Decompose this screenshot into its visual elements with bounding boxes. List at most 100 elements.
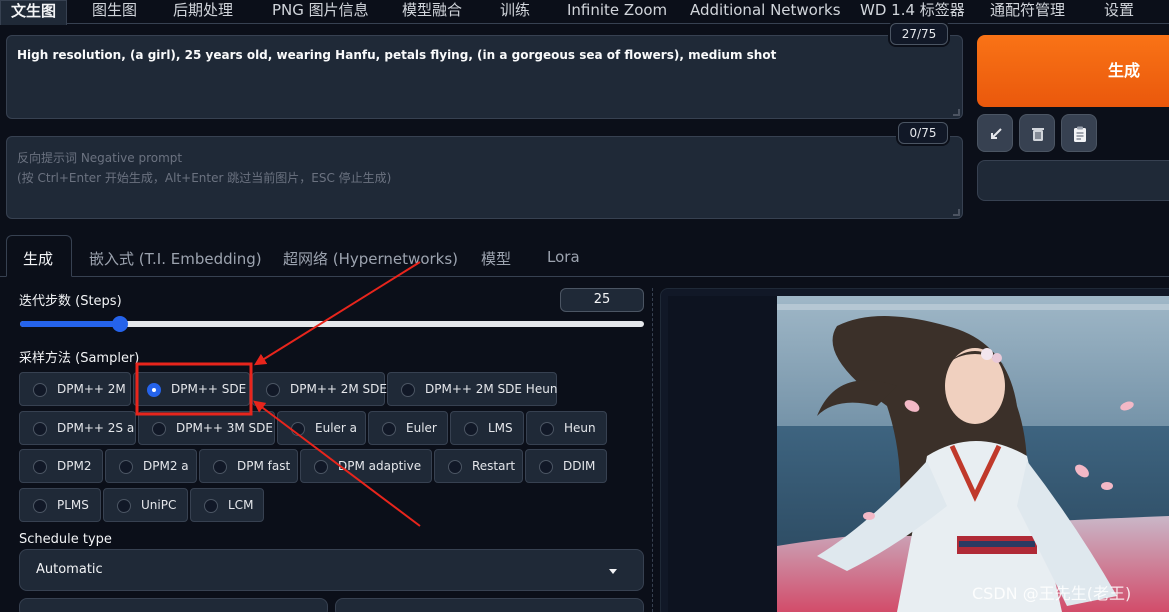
radio-icon: [33, 422, 47, 436]
radio-icon: [152, 422, 166, 436]
steps-slider[interactable]: [20, 316, 644, 332]
generated-image[interactable]: [777, 296, 1169, 612]
tab-infinite-zoom[interactable]: Infinite Zoom: [567, 0, 667, 24]
sampler-option-label: LCM: [228, 498, 254, 512]
tab-hypernetworks[interactable]: 超网络 (Hypernetworks): [283, 248, 458, 269]
tab-extras[interactable]: 后期处理: [173, 0, 233, 24]
sampler-option-label: DPM fast: [237, 459, 291, 473]
sampler-option-label: DPM2 a: [143, 459, 189, 473]
tab-wildcards[interactable]: 通配符管理: [990, 0, 1065, 24]
sampler-option-label: DPM++ 2M: [57, 382, 126, 396]
tab-png-info[interactable]: PNG 图片信息: [272, 0, 369, 24]
steps-number-input[interactable]: 25: [560, 288, 644, 312]
steps-slider-thumb[interactable]: [111, 316, 128, 332]
lower-setting-field[interactable]: [335, 598, 644, 612]
tab-wd14-tagger[interactable]: WD 1.4 标签器: [860, 0, 965, 24]
radio-icon: [291, 422, 305, 436]
radio-icon: [213, 460, 227, 474]
lower-setting-field[interactable]: [19, 598, 328, 612]
trash-icon: [1032, 128, 1044, 141]
radio-icon: [464, 422, 478, 436]
radio-icon: [204, 499, 218, 513]
tab-additional-networks[interactable]: Additional Networks: [690, 0, 841, 24]
tab-lora[interactable]: Lora: [547, 248, 580, 266]
negative-prompt-input[interactable]: 反向提示词 Negative prompt (按 Ctrl+Enter 开始生成…: [6, 136, 963, 219]
sampler-option-label: DPM++ 2S a: [57, 421, 135, 435]
resize-grip[interactable]: [953, 209, 960, 216]
sampler-option-label: DDIM: [563, 459, 596, 473]
radio-icon: [539, 460, 553, 474]
styles-select[interactable]: [977, 160, 1169, 201]
generated-image-picture: [777, 296, 1169, 612]
radio-icon: [117, 499, 131, 513]
sampler-option[interactable]: DPM adaptive: [300, 449, 432, 483]
radio-icon: [382, 422, 396, 436]
schedule-type-dropdown[interactable]: Automatic: [19, 549, 644, 591]
sampler-option[interactable]: UniPC: [103, 488, 188, 522]
generate-button[interactable]: 生成: [977, 35, 1169, 107]
radio-icon: [401, 383, 415, 397]
tab-txt2img[interactable]: 文生图: [0, 0, 68, 25]
sampler-option-label: Restart: [472, 459, 516, 473]
tab-checkpoint-merger[interactable]: 模型融合: [402, 0, 462, 24]
sampler-option-label: Euler a: [315, 421, 358, 435]
sampler-option[interactable]: LCM: [190, 488, 264, 522]
sampler-option[interactable]: DPM++ 2S a: [19, 411, 136, 445]
resize-grip[interactable]: [953, 109, 960, 116]
radio-icon: [266, 383, 280, 397]
sampler-option-label: DPM++ 2M SDE Heun: [425, 382, 558, 396]
tab-img2img[interactable]: 图生图: [92, 0, 137, 24]
negative-token-counter: 0/75: [898, 122, 948, 144]
sampler-option-label: DPM adaptive: [338, 459, 422, 473]
sampler-option[interactable]: DPM++ 2M SDE Heun: [387, 372, 557, 406]
sampler-label: 采样方法 (Sampler): [19, 351, 140, 366]
tab-settings[interactable]: 设置: [1104, 0, 1134, 24]
read-params-button[interactable]: [977, 114, 1013, 152]
radio-icon: [448, 460, 462, 474]
paste-button[interactable]: [1061, 114, 1097, 152]
radio-icon: [33, 383, 47, 397]
sampler-option[interactable]: DPM++ 2M: [19, 372, 131, 406]
clipboard-icon: [1074, 126, 1086, 142]
steps-slider-fill: [20, 321, 120, 327]
sampler-option-label: DPM++ 3M SDE: [176, 421, 273, 435]
radio-icon: [540, 422, 554, 436]
top-tab-bar: 文生图 图生图 后期处理 PNG 图片信息 模型融合 训练 Infinite Z…: [0, 0, 1169, 25]
sampler-option[interactable]: Heun: [526, 411, 607, 445]
negative-placeholder-line1: 反向提示词 Negative prompt: [17, 151, 183, 165]
sampler-option-selected[interactable]: DPM++ SDE: [133, 372, 250, 406]
watermark: CSDN @王先生(老王): [972, 584, 1132, 603]
sampler-option[interactable]: LMS: [450, 411, 524, 445]
sampler-option[interactable]: DPM fast: [199, 449, 298, 483]
prompt-input[interactable]: High resolution, (a girl), 25 years old,…: [6, 35, 963, 119]
radio-icon: [33, 460, 47, 474]
tab-models[interactable]: 模型: [481, 248, 511, 269]
tab-train[interactable]: 训练: [500, 0, 530, 24]
sampler-option[interactable]: Restart: [434, 449, 523, 483]
sampler-option[interactable]: DPM2: [19, 449, 103, 483]
sampler-option[interactable]: PLMS: [19, 488, 101, 522]
sampler-option[interactable]: DPM++ 2M SDE: [252, 372, 387, 406]
negative-placeholder-line2: (按 Ctrl+Enter 开始生成，Alt+Enter 跳过当前图片，ESC …: [17, 171, 392, 185]
sampler-option-label: PLMS: [57, 498, 89, 512]
sampler-option-label: LMS: [488, 421, 513, 435]
sampler-option[interactable]: Euler: [368, 411, 448, 445]
sampler-option[interactable]: Euler a: [277, 411, 366, 445]
sampler-option-label: DPM2: [57, 459, 92, 473]
sampler-option[interactable]: DPM2 a: [105, 449, 197, 483]
steps-label: 迭代步数 (Steps): [19, 294, 122, 309]
panel-divider: [652, 288, 653, 612]
sampler-option[interactable]: DDIM: [525, 449, 607, 483]
sampler-option-label: Heun: [564, 421, 596, 435]
prompt-token-counter: 27/75: [890, 23, 948, 45]
tab-ti-embedding[interactable]: 嵌入式 (T.I. Embedding): [89, 248, 262, 269]
tab-divider: [0, 276, 1169, 277]
sampler-option-label: Euler: [406, 421, 437, 435]
chevron-down-icon: [609, 569, 617, 574]
sampler-option[interactable]: DPM++ 3M SDE: [138, 411, 275, 445]
radio-icon: [314, 460, 328, 474]
schedule-type-value: Automatic: [36, 562, 103, 577]
tab-generation[interactable]: 生成: [6, 235, 72, 277]
schedule-type-label: Schedule type: [19, 532, 112, 547]
clear-prompt-button[interactable]: [1019, 114, 1055, 152]
